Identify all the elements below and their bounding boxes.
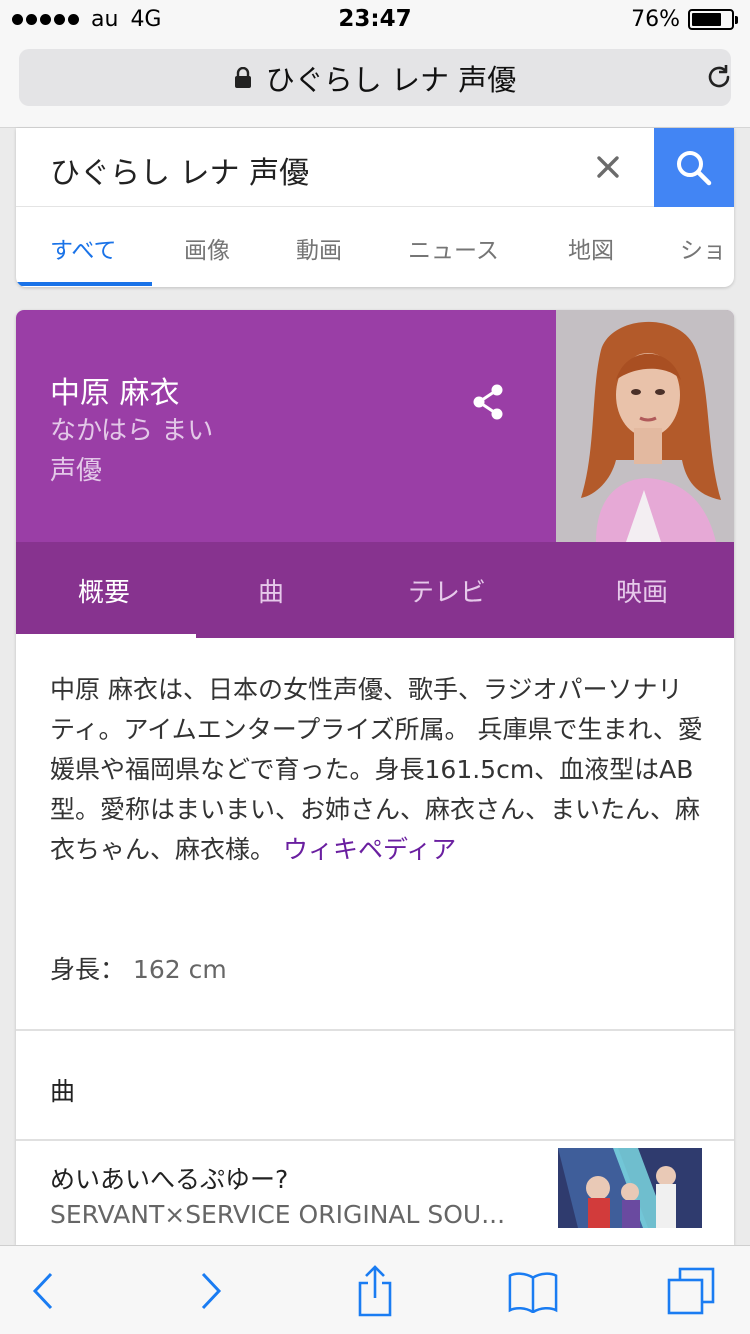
search-button[interactable] — [654, 128, 734, 207]
person-name: 中原 麻衣 — [50, 376, 180, 411]
songs-heading: 曲 — [50, 1077, 76, 1106]
kp-active-tab-indicator — [16, 634, 196, 638]
search-tabs: すべて 画像 動画 ニュース 地図 ショ — [16, 207, 734, 287]
bookmarks-button[interactable] — [508, 1266, 558, 1316]
person-photo[interactable] — [556, 310, 734, 542]
divider — [16, 1029, 734, 1031]
search-row: ひぐらし レナ 声優 — [16, 128, 734, 207]
tab-videos[interactable]: 動画 — [296, 231, 342, 265]
song-album: SERVANT×SERVICE ORIGINAL SOU... — [50, 1200, 506, 1229]
address-bar[interactable]: ひぐらし レナ 声優 — [19, 49, 731, 106]
search-card: ひぐらし レナ 声優 すべて 画像 動画 ニュース 地図 ショ — [16, 128, 734, 287]
kp-tab-tv[interactable]: テレビ — [408, 572, 486, 609]
person-reading: なかはら まい — [50, 416, 214, 446]
kp-tab-movies[interactable]: 映画 — [616, 572, 668, 609]
browser-url-area: ひぐらし レナ 声優 — [0, 40, 750, 128]
share-button[interactable] — [350, 1265, 400, 1317]
tabs-icon — [667, 1267, 715, 1315]
chevron-left-icon — [32, 1272, 53, 1310]
tab-all[interactable]: すべて — [50, 231, 116, 265]
lock-icon — [234, 66, 251, 88]
status-right: 76% — [631, 7, 738, 32]
song-thumbnail[interactable] — [558, 1148, 702, 1228]
tab-news[interactable]: ニュース — [408, 231, 499, 265]
album-art-image — [558, 1148, 702, 1228]
height-fact: 身長： 162 cm — [50, 950, 227, 986]
knowledge-panel-header: 中原 麻衣 なかはら まい 声優 — [16, 310, 734, 542]
tab-maps[interactable]: 地図 — [568, 231, 614, 265]
kp-tab-overview[interactable]: 概要 — [78, 572, 130, 609]
description: 中原 麻衣は、日本の女性声優、歌手、ラジオパーソナリティ。アイムエンタープライズ… — [50, 670, 706, 870]
clear-icon[interactable] — [594, 153, 622, 181]
wikipedia-link[interactable]: ウィキペディア — [283, 835, 456, 864]
reload-icon[interactable] — [704, 62, 734, 92]
share-icon[interactable] — [470, 382, 506, 422]
knowledge-panel: 中原 麻衣 なかはら まい 声優 概要 曲 テレビ 映画 中原 麻衣は、日本の女… — [16, 310, 734, 1245]
status-bar: au 4G 23:47 76% — [0, 0, 750, 40]
tab-shopping[interactable]: ショ — [680, 231, 726, 265]
person-role: 声優 — [50, 456, 103, 486]
knowledge-panel-tabs: 概要 曲 テレビ 映画 — [16, 542, 734, 638]
divider — [16, 1139, 734, 1141]
battery-icon — [688, 9, 738, 30]
search-input[interactable]: ひぐらし レナ 声優 — [50, 148, 309, 192]
book-icon — [508, 1272, 558, 1313]
height-value: 162 cm — [132, 955, 227, 984]
battery-percent: 76% — [631, 7, 680, 32]
chevron-right-icon — [201, 1272, 222, 1310]
tabs-button[interactable] — [666, 1266, 716, 1316]
active-tab-indicator — [16, 282, 152, 286]
height-label[interactable]: 身長： — [50, 955, 125, 984]
address-bar-text: ひぐらし レナ 声優 — [265, 62, 517, 97]
battery-fill — [692, 13, 721, 26]
share-up-icon — [358, 1265, 392, 1317]
tab-images[interactable]: 画像 — [184, 231, 230, 265]
forward-button[interactable] — [186, 1266, 236, 1316]
search-icon — [677, 150, 712, 185]
back-button[interactable] — [18, 1266, 68, 1316]
browser-toolbar — [0, 1245, 750, 1334]
song-title[interactable]: めいあいへるぷゆー? — [50, 1160, 288, 1196]
kp-tab-songs[interactable]: 曲 — [258, 572, 284, 609]
portrait-image — [556, 310, 734, 542]
